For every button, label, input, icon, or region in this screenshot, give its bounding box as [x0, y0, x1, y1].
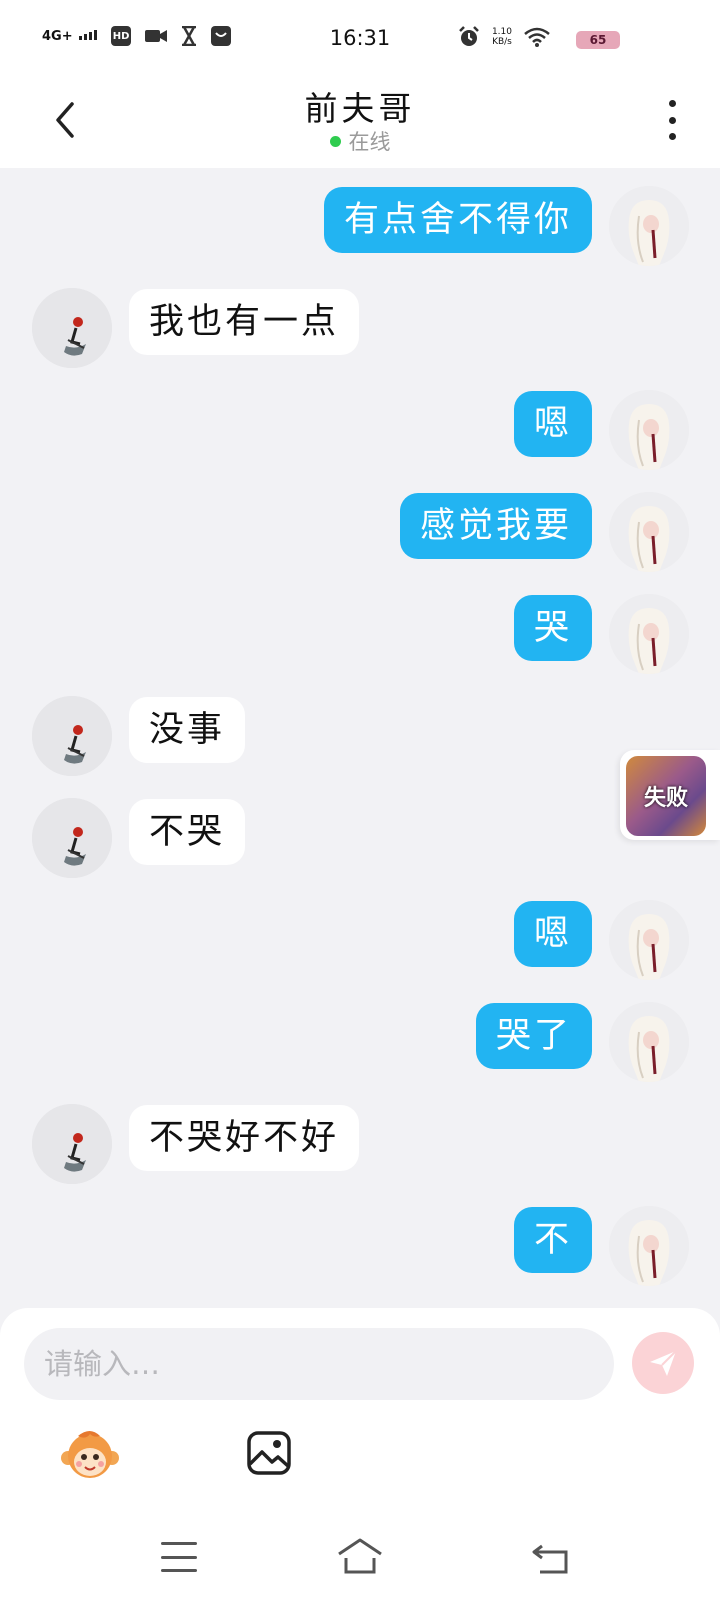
message-row-outgoing: 嗯 — [0, 900, 720, 980]
back-nav-icon[interactable] — [530, 1536, 570, 1576]
message-row-outgoing: 不 — [0, 1206, 720, 1286]
wifi-icon — [524, 27, 550, 47]
outgoing-message-bubble[interactable]: 感觉我要 — [399, 493, 592, 559]
chat-header: 前夫哥 在线 — [0, 80, 720, 168]
incoming-message-bubble[interactable]: 没事 — [129, 697, 246, 763]
contact-name: 前夫哥 — [304, 89, 416, 128]
contact-avatar[interactable] — [32, 1104, 112, 1184]
paper-plane-icon — [650, 1350, 677, 1376]
recents-button[interactable] — [161, 1542, 197, 1572]
message-row-outgoing: 感觉我要 — [0, 492, 720, 572]
my-avatar[interactable] — [609, 1002, 689, 1082]
contact-avatar[interactable] — [32, 696, 112, 776]
message-row-outgoing: 嗯 — [0, 390, 720, 470]
my-avatar[interactable] — [609, 492, 689, 572]
message-row-outgoing: 哭了 — [0, 1002, 720, 1082]
network-speed: 1.10 KB/s — [492, 27, 512, 47]
more-dot-icon — [668, 116, 676, 124]
speed-value: 1.10 — [491, 27, 512, 37]
outgoing-message-bubble[interactable]: 不 — [513, 1207, 592, 1273]
message-input[interactable] — [24, 1328, 614, 1400]
outgoing-message-bubble[interactable]: 嗯 — [513, 391, 592, 457]
contact-avatar[interactable] — [32, 798, 112, 878]
contact-avatar[interactable] — [32, 288, 112, 368]
message-row-outgoing: 哭 — [0, 594, 720, 674]
online-status: 在线 — [0, 126, 720, 156]
status-bar: 4G+ HD 16:31 1.10 KB/s 65 — [0, 0, 720, 80]
message-row-incoming: 没事 — [0, 696, 720, 776]
outgoing-message-bubble[interactable]: 哭了 — [475, 1003, 592, 1069]
image-icon[interactable] — [246, 1430, 292, 1476]
my-avatar[interactable] — [609, 186, 689, 266]
outgoing-message-bubble[interactable]: 有点舍不得你 — [323, 187, 592, 253]
my-avatar[interactable] — [609, 900, 689, 980]
message-row-incoming: 我也有一点 — [0, 288, 720, 368]
message-row-incoming: 不哭好不好 — [0, 1104, 720, 1184]
my-avatar[interactable] — [609, 390, 689, 470]
incoming-message-bubble[interactable]: 不哭 — [129, 799, 246, 865]
floating-widget-label: 失败 — [626, 756, 706, 836]
send-button[interactable] — [632, 1332, 694, 1394]
more-options-button[interactable] — [664, 100, 680, 140]
outgoing-message-bubble[interactable]: 嗯 — [513, 901, 592, 967]
incoming-message-bubble[interactable]: 不哭好不好 — [129, 1105, 360, 1171]
speed-unit: KB/s — [492, 37, 512, 47]
more-dot-icon — [668, 133, 676, 140]
more-dot-icon — [668, 100, 676, 107]
outgoing-message-bubble[interactable]: 哭 — [513, 595, 592, 661]
alarm-icon — [459, 26, 479, 46]
online-dot-icon — [329, 136, 341, 147]
monkey-emoji-icon[interactable] — [60, 1428, 120, 1484]
incoming-message-bubble[interactable]: 我也有一点 — [129, 289, 360, 355]
floating-widget[interactable]: 失败 — [620, 750, 720, 840]
home-icon[interactable] — [336, 1536, 384, 1576]
message-row-incoming: 不哭 — [0, 798, 720, 878]
my-avatar[interactable] — [609, 594, 689, 674]
battery-indicator: 65 — [576, 31, 620, 49]
message-row-outgoing: 有点舍不得你 — [0, 186, 720, 266]
online-status-text: 在线 — [348, 130, 391, 154]
status-right: 1.10 KB/s — [458, 26, 550, 48]
system-nav-bar — [0, 1512, 720, 1600]
my-avatar[interactable] — [609, 1206, 689, 1286]
